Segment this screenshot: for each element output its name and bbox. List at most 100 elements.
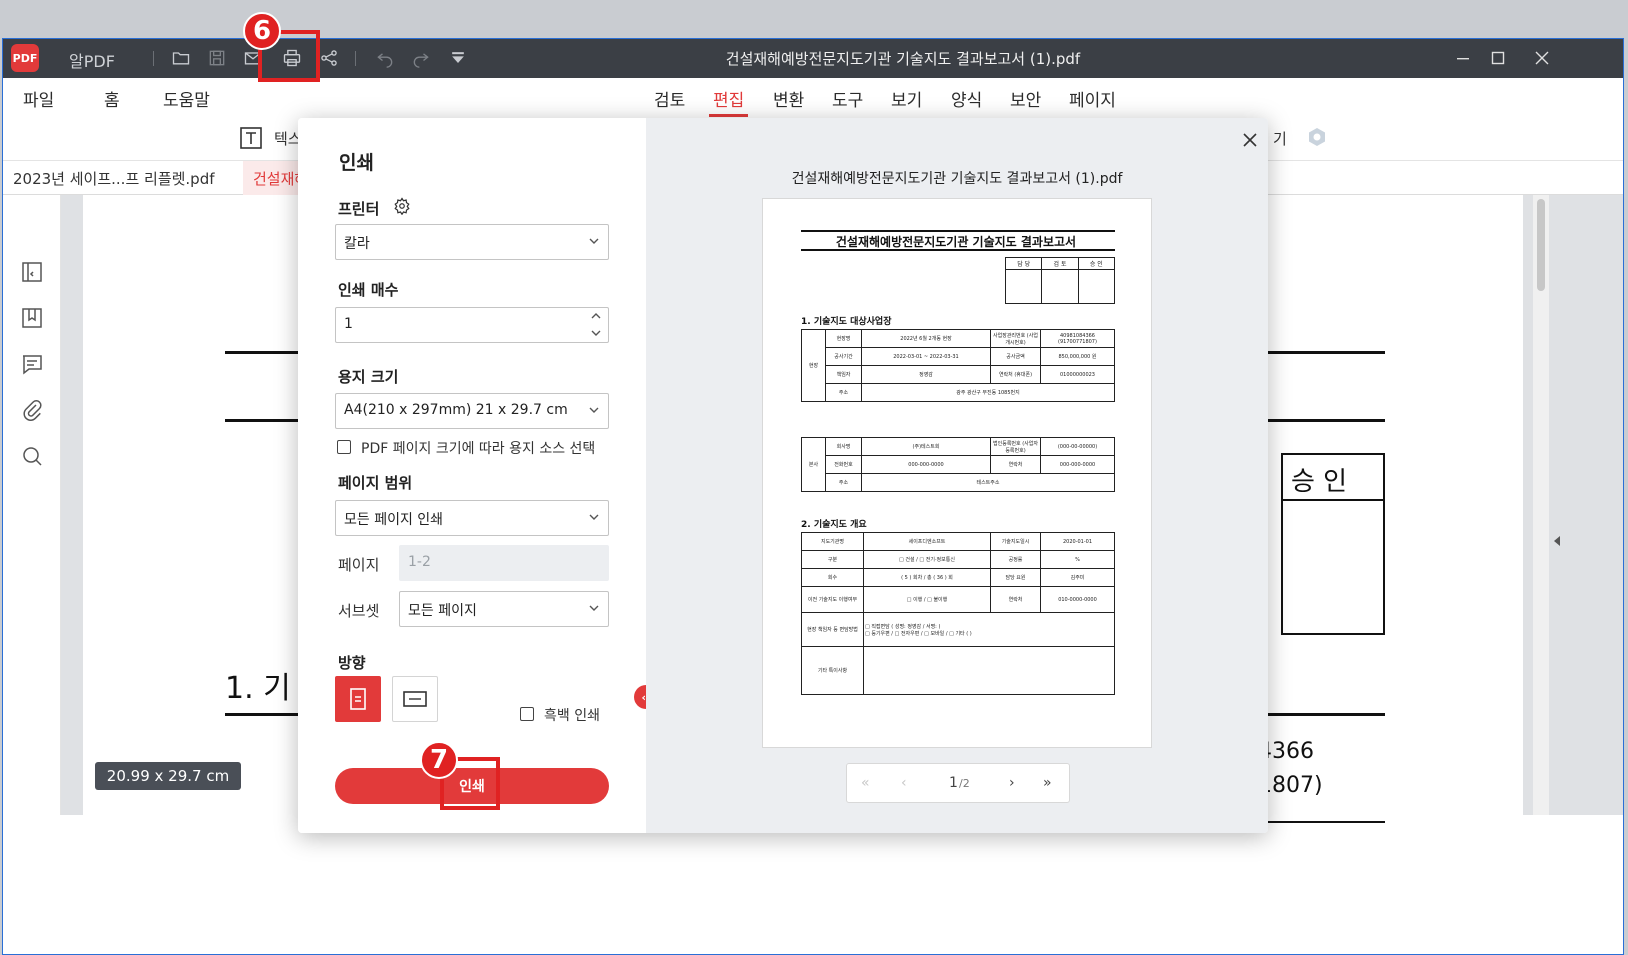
copies-stepper[interactable]: 1	[335, 307, 609, 343]
cell: 현장 책임자 등 면담방법	[801, 612, 864, 647]
close-window-icon[interactable]	[1524, 44, 1560, 72]
tab-convert[interactable]: 변환	[773, 86, 804, 111]
landscape-orientation-button[interactable]	[392, 676, 438, 722]
cell: 2020-01-01	[1040, 532, 1115, 551]
close-dialog-icon[interactable]	[1238, 128, 1262, 152]
tab-review[interactable]: 검토	[654, 86, 685, 111]
preview-file-name: 건설재해예방전문지도기관 기술지도 결과보고서 (1).pdf	[791, 171, 1123, 187]
cell: 850,000,000 원	[1040, 347, 1115, 366]
doc-tab-safety-leaflet[interactable]: 2023년 세이프...프 리플렛.pdf	[3, 161, 225, 195]
cell: 구분	[801, 550, 864, 569]
paper-source-checkbox[interactable]	[337, 440, 351, 454]
cell: 기타 특이사항	[801, 646, 864, 695]
left-sidebar	[3, 195, 69, 815]
subset-label: 서브셋	[338, 602, 380, 620]
paper-size-select[interactable]: A4(210 x 297mm) 21 x 29.7 cm	[335, 393, 609, 429]
tab-edit[interactable]: 편집	[708, 86, 749, 117]
cell: 공사금액	[990, 347, 1041, 366]
cell: 공정률	[990, 550, 1041, 569]
tab-forms[interactable]: 양식	[951, 86, 982, 111]
chevron-down-icon	[589, 407, 599, 413]
print-settings-panel: 인쇄 프린터 칼라 인쇄 매수 1 용지 크기 A4(210 x 297mm) …	[298, 118, 646, 833]
current-page[interactable]: 1	[949, 775, 958, 791]
cell: 테스트주소	[861, 473, 1115, 492]
approval-head: 검 토	[1041, 257, 1079, 270]
scrollbar-thumb[interactable]	[1537, 199, 1545, 291]
hq-table: 본사 회사명 (주)테스트회 법인등록번호 (사업자등록번호) (000-00-…	[801, 437, 1115, 492]
approval-cell	[1041, 269, 1079, 304]
grayscale-checkbox[interactable]	[520, 707, 534, 721]
cell: 010-0000-0000	[1040, 586, 1115, 613]
tab-tools[interactable]: 도구	[832, 86, 863, 111]
chevron-up-icon[interactable]	[590, 310, 602, 322]
menu-home[interactable]: 홈	[104, 86, 120, 111]
tab-view[interactable]: 보기	[891, 86, 922, 111]
tab-security[interactable]: 보안	[1010, 86, 1041, 111]
bookmark-icon[interactable]	[17, 303, 47, 333]
maximize-icon[interactable]	[1480, 44, 1516, 72]
page-range-label: 페이지 범위	[338, 474, 413, 492]
minimize-icon[interactable]	[1445, 44, 1481, 72]
printer-select[interactable]: 칼라	[335, 224, 609, 260]
attachment-icon[interactable]	[17, 395, 47, 425]
cell: (주)테스트회	[861, 437, 991, 456]
approval-head: 담 당	[1004, 257, 1043, 270]
page-range-select[interactable]: 모든 페이지 인쇄	[335, 500, 609, 536]
printer-settings-gear-icon[interactable]	[393, 197, 411, 216]
app-logo-icon: PDF	[11, 44, 39, 72]
printer-label: 프린터	[338, 200, 380, 218]
doc-tab-construction-report[interactable]: 건설재해	[243, 161, 303, 195]
printer-select-value: 칼라	[344, 236, 370, 252]
landscape-icon	[403, 691, 427, 707]
last-page-button[interactable]: »	[1043, 775, 1052, 791]
sheet-rule	[801, 249, 1115, 251]
menu-bar: 파일 홈 도움말 검토 편집 변환 도구 보기 양식 보안 페이지	[3, 78, 1623, 118]
first-page-button[interactable]: «	[861, 775, 870, 791]
app-name: 알PDF	[69, 52, 115, 71]
open-folder-icon[interactable]	[167, 44, 195, 72]
orientation-label: 방향	[338, 654, 366, 672]
redo-icon[interactable]	[407, 44, 435, 72]
section1-heading: 1. 기술지도 대상사업장	[801, 317, 892, 327]
settings-hex-icon[interactable]	[1306, 126, 1328, 148]
print-dialog: 인쇄 프린터 칼라 인쇄 매수 1 용지 크기 A4(210 x 297mm) …	[298, 118, 1268, 833]
chevron-down-icon[interactable]	[590, 327, 602, 339]
prev-page-button[interactable]: ‹	[901, 775, 907, 791]
cell: 김주미	[1040, 568, 1115, 587]
interview-line: □ 직접면담 ( 성명: 정영감 / 서명: )	[865, 623, 941, 630]
undo-icon[interactable]	[371, 44, 399, 72]
tab-page[interactable]: 페이지	[1069, 86, 1116, 111]
cell: □ 이행 / □ 불이행	[863, 586, 991, 613]
next-page-button[interactable]: ›	[1009, 775, 1015, 791]
cell: □ 건설 / □ 전기·정보통신	[863, 550, 991, 569]
subset-select[interactable]: 모든 페이지	[399, 591, 609, 627]
approval-head: 승 인	[1077, 257, 1116, 270]
collapse-right-panel-icon[interactable]	[1554, 536, 1560, 546]
text-tool-icon[interactable]	[239, 126, 263, 150]
ribbon-partial-label[interactable]: 기	[1273, 128, 1287, 149]
approval-cell	[1077, 269, 1116, 304]
cell: 연락처 (휴대폰)	[990, 365, 1041, 384]
grayscale-label: 흑백 인쇄	[544, 708, 600, 724]
cell: 2022-03-01 ~ 2022-03-31	[861, 347, 991, 366]
cell: 공사기간	[825, 347, 862, 366]
copies-value: 1	[344, 316, 353, 332]
sheet-rule	[801, 230, 1115, 232]
section2-heading: 2. 기술지도 개요	[801, 520, 867, 530]
comment-icon[interactable]	[17, 349, 47, 379]
cell: 연락처	[990, 455, 1041, 474]
copies-label: 인쇄 매수	[338, 281, 399, 299]
menu-file[interactable]: 파일	[23, 86, 54, 111]
pages-input[interactable]: 1-2	[399, 545, 609, 581]
menu-help[interactable]: 도움말	[163, 86, 210, 111]
panel-toggle-icon[interactable]	[17, 257, 47, 287]
interview-methods: □ 등기우편 / □ 전자우편 / □ 모바일 / □ 기타 ( )	[865, 630, 972, 637]
quick-access-dropdown-icon[interactable]	[444, 44, 472, 72]
cell: 광주 광산구 무진동 1085번지	[861, 383, 1115, 402]
search-icon[interactable]	[17, 441, 47, 471]
portrait-orientation-button[interactable]	[335, 676, 381, 722]
side-label: 본사	[801, 437, 826, 492]
approval-header: 승 인	[1291, 467, 1348, 497]
title-bar: PDF 알PDF 건설재해예방전문지도기관 기술지도 결과보고서 (1).pdf	[3, 39, 1623, 78]
save-icon[interactable]	[203, 44, 231, 72]
